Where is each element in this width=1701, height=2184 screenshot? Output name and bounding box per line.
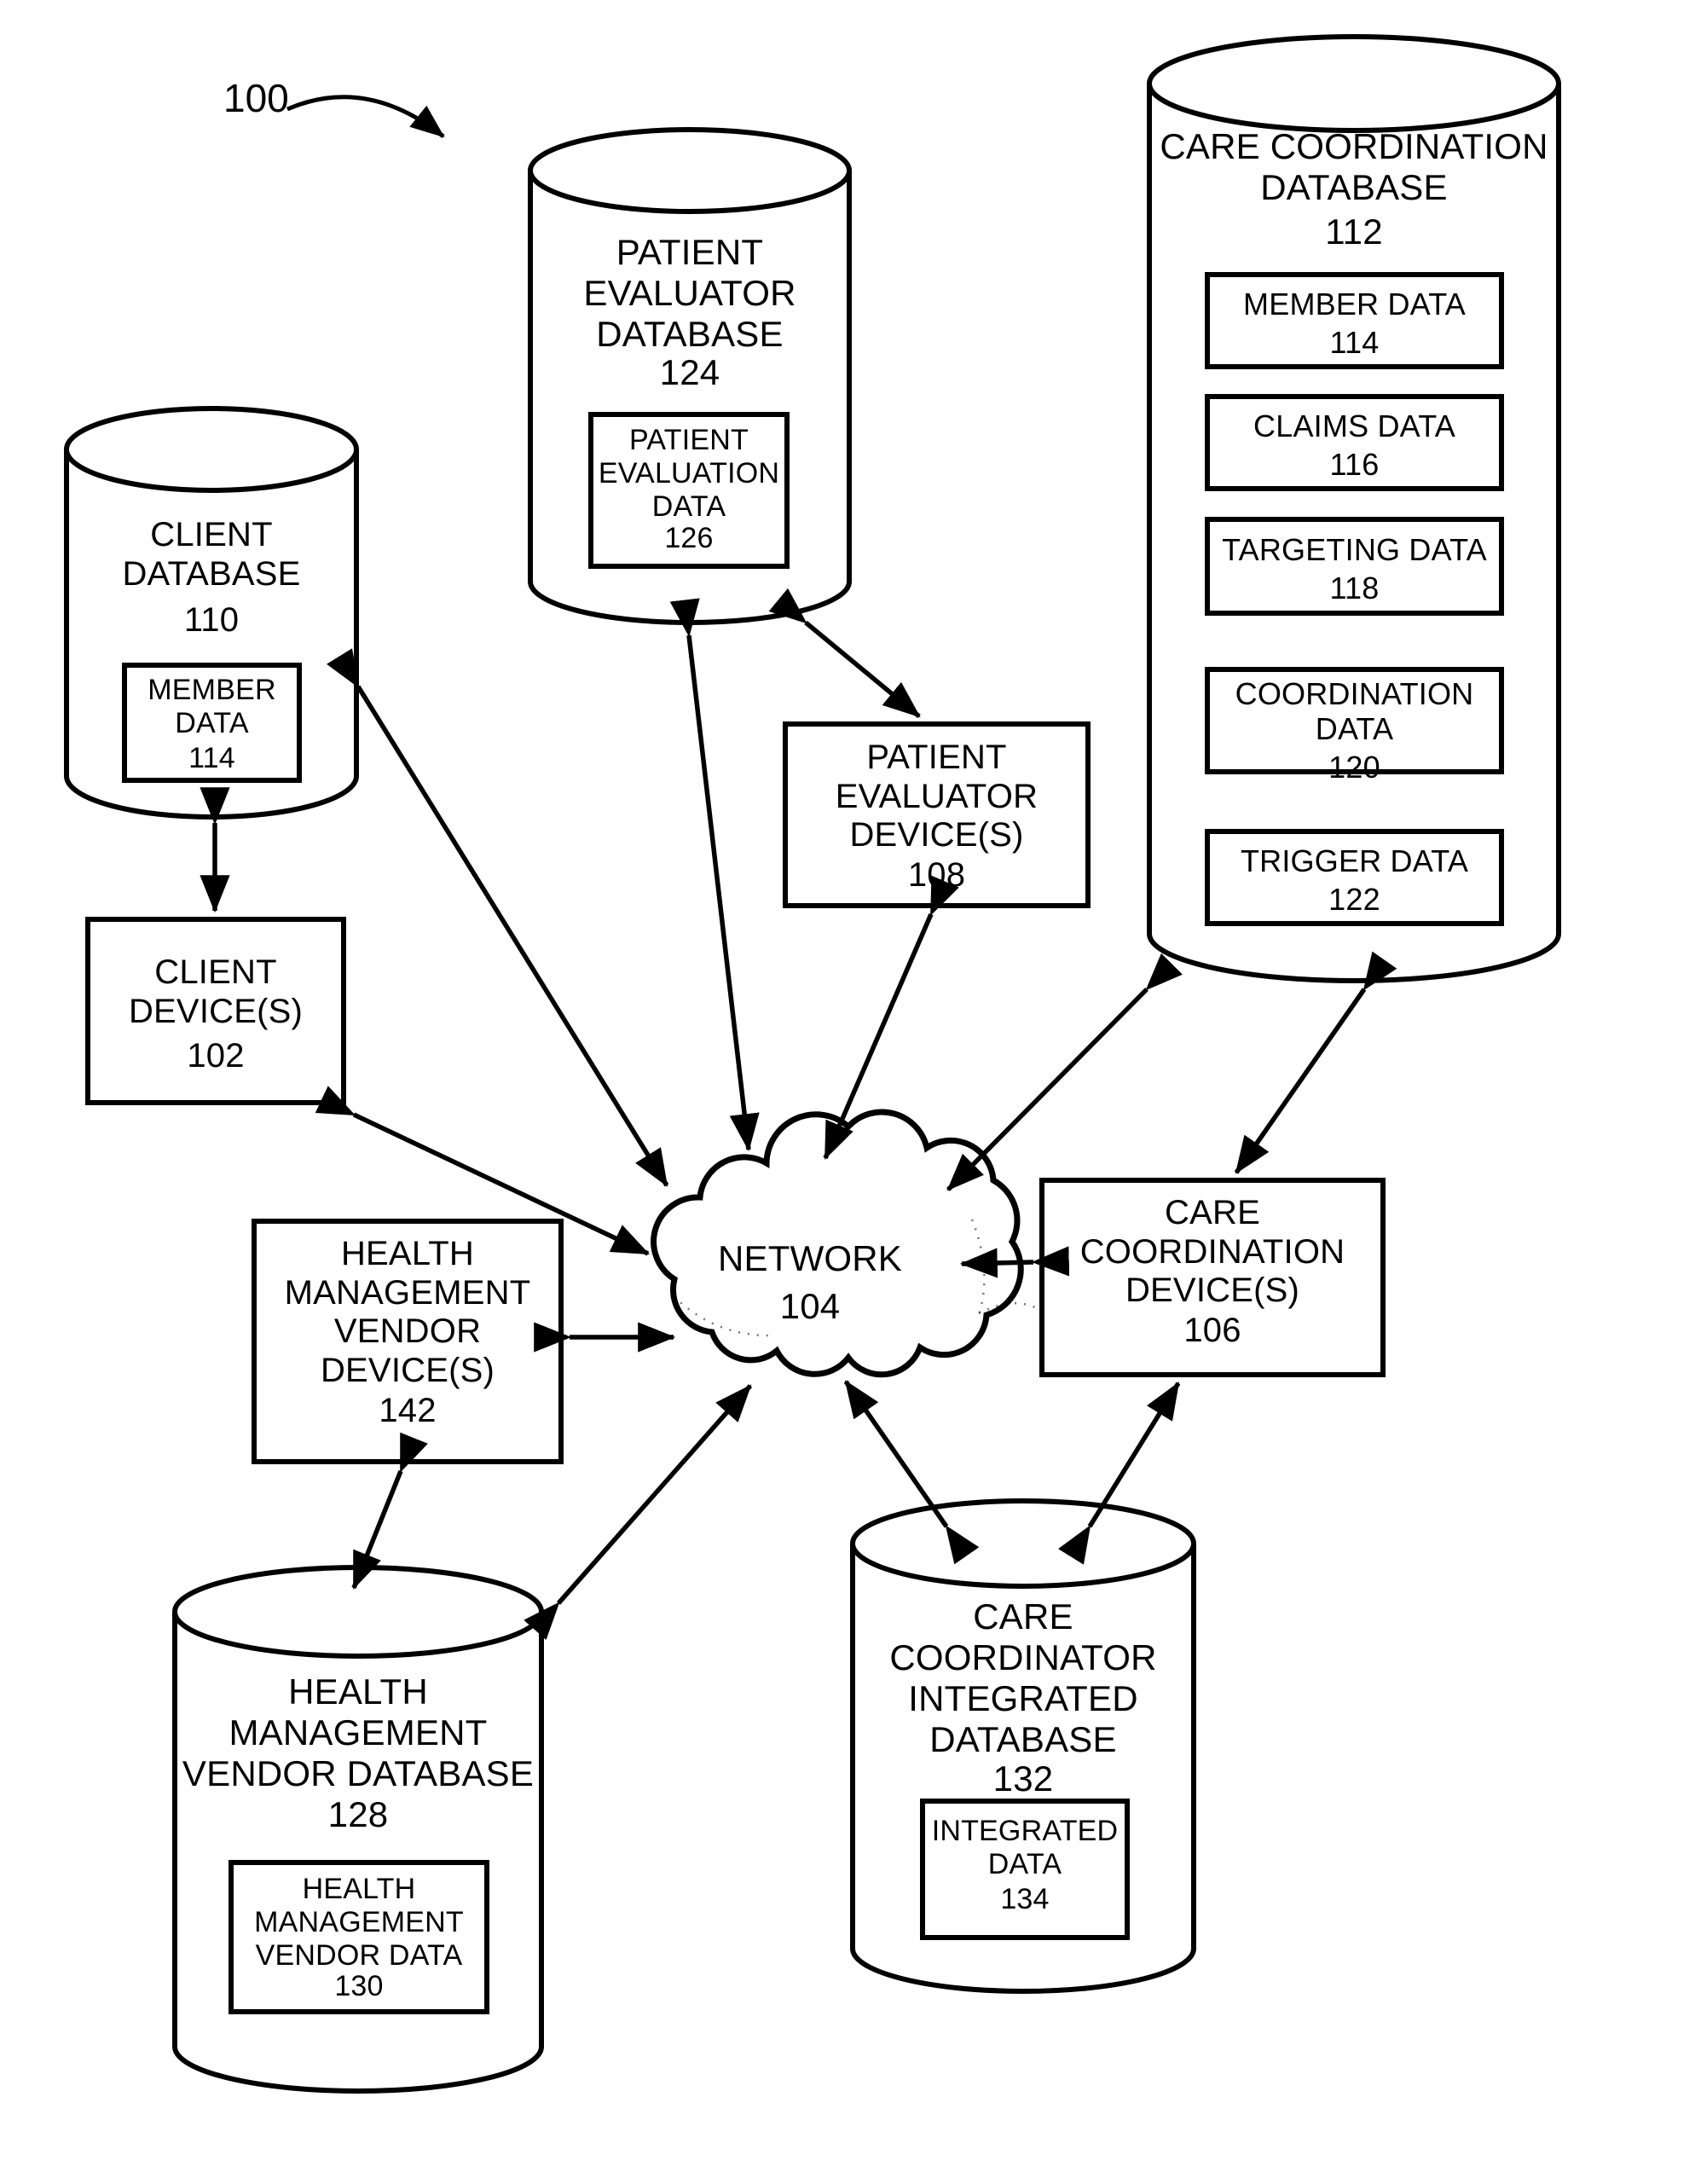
client-database-title: CLIENT DATABASE	[122, 516, 301, 593]
network-title: NETWORK	[717, 1238, 903, 1278]
client-device-title: CLIENT DEVICE(S)	[128, 953, 304, 1030]
figure-callout-arrow	[286, 95, 445, 138]
hmv-device-title: HEALTH MANAGEMENT VENDOR DEVICE(S)	[284, 1235, 531, 1389]
cc-claims-data-ref: 116	[1329, 447, 1380, 482]
cc-coordination-data-title: COORDINATION DATA	[1235, 676, 1474, 747]
patient-evaluation-data-ref: 126	[664, 522, 714, 554]
hmv-database-title: HEALTH MANAGEMENT VENDOR DATABASE	[182, 1671, 535, 1793]
care-coordination-device-title: CARE COORDINATION DEVICE(S)	[1079, 1194, 1345, 1310]
patient-evaluator-database-title: PATIENT EVALUATOR DATABASE	[583, 232, 796, 354]
client-database-member-data-ref: 114	[188, 742, 235, 774]
integrated-data-ref: 134	[1000, 1883, 1050, 1915]
care-coordination-database-title: CARE COORDINATION DATABASE	[1160, 126, 1548, 207]
patent-figure: 100 CLIENT DATABASE 110 MEMBER DATA 114 …	[0, 0, 1701, 2184]
cc-member-data-title: MEMBER DATA	[1243, 287, 1466, 322]
client-database-ref: 110	[183, 601, 240, 639]
integrated-data-title: INTEGRATED DATA	[931, 1815, 1119, 1880]
cc-claims-data-title: CLAIMS DATA	[1253, 408, 1455, 443]
care-coordination-database-ref: 112	[1325, 211, 1383, 252]
hmv-database-ref: 128	[327, 1794, 389, 1834]
client-database-member-data-title: MEMBER DATA	[148, 674, 276, 739]
client-device-ref: 102	[187, 1037, 245, 1075]
cc-trigger-data-title: TRIGGER DATA	[1240, 843, 1469, 878]
cc-integrated-database-ref: 132	[992, 1758, 1054, 1799]
hmv-device-ref: 142	[379, 1392, 437, 1429]
cc-targeting-data-title: TARGETING DATA	[1222, 532, 1487, 567]
network-ref: 104	[779, 1286, 841, 1326]
care-coordination-device-ref: 106	[1183, 1312, 1241, 1349]
cc-targeting-data-ref: 118	[1329, 571, 1380, 605]
patient-evaluator-device-ref: 108	[907, 856, 966, 894]
patient-evaluation-data-title: PATIENT EVALUATION DATA	[598, 424, 780, 523]
cc-trigger-data-ref: 122	[1328, 882, 1380, 917]
hmv-data-title: HEALTH MANAGEMENT VENDOR DATA	[254, 1873, 464, 1972]
figure-number: 100	[223, 76, 289, 120]
patient-evaluator-device-title: PATIENT EVALUATOR DEVICE(S)	[835, 739, 1039, 854]
cc-coordination-data-ref: 120	[1328, 750, 1380, 785]
cc-integrated-database-title: CARE COORDINATOR INTEGRATED DATABASE	[889, 1596, 1157, 1759]
hmv-data-ref: 130	[334, 1970, 384, 2002]
cc-member-data-ref: 114	[1329, 325, 1380, 360]
patient-evaluator-database-ref: 124	[659, 352, 720, 392]
